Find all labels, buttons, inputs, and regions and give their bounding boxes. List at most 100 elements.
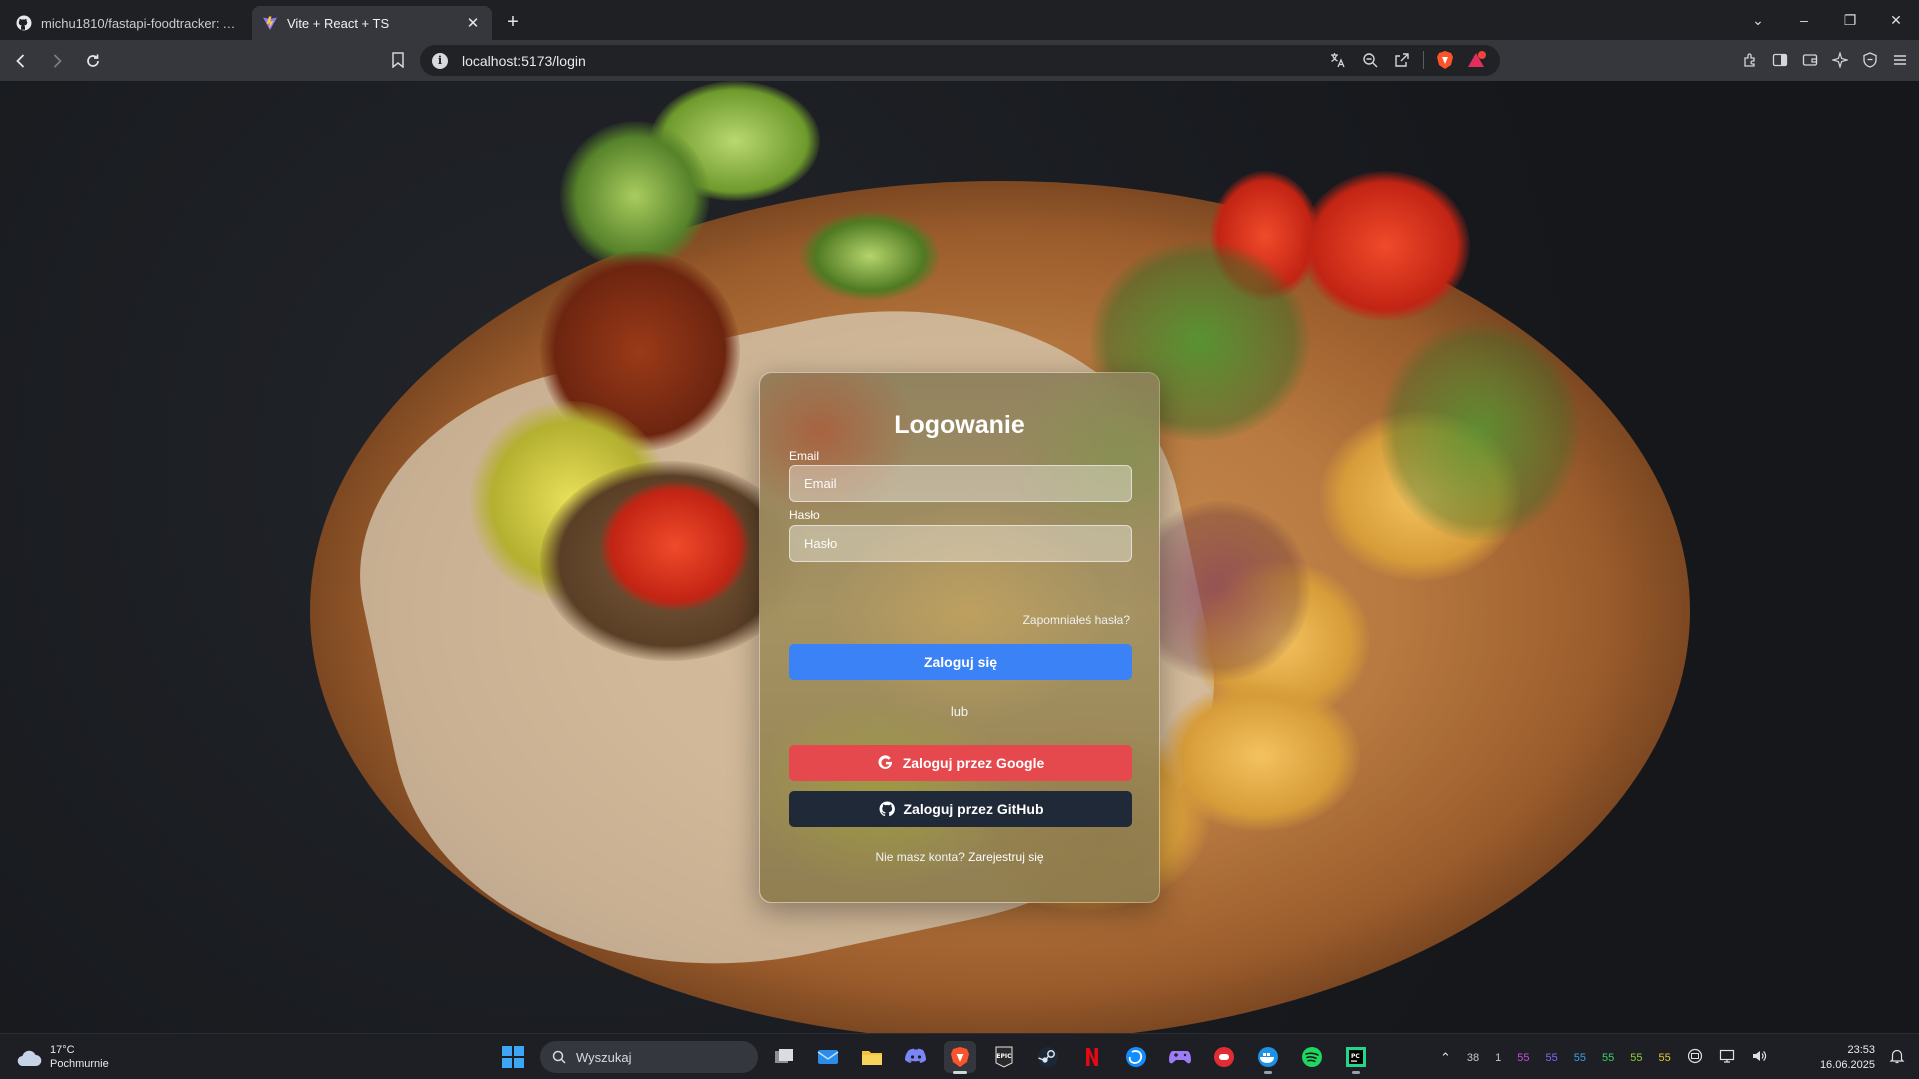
cloud-icon	[16, 1049, 42, 1067]
signup-prompt: Nie masz konta? Zarejestruj się	[760, 850, 1159, 864]
translate-icon[interactable]	[1327, 49, 1349, 71]
weather-widget[interactable]: 17°C Pochmurnie	[16, 1043, 109, 1071]
taskbar-search[interactable]: Wyszukaj	[540, 1041, 758, 1073]
login-button[interactable]: Zaloguj się	[789, 644, 1132, 680]
minimize-button[interactable]: –	[1781, 12, 1827, 28]
network-icon[interactable]	[1719, 1048, 1735, 1067]
tray-counter-7[interactable]: 55	[1630, 1052, 1642, 1064]
weather-description: Pochmurnie	[50, 1058, 109, 1070]
taskbar-apps: EPIC PC	[768, 1041, 1372, 1074]
extensions-icon[interactable]	[1739, 49, 1761, 71]
notification-bell-icon[interactable]	[1889, 1048, 1905, 1064]
bookmark-icon	[392, 52, 404, 68]
reload-icon	[87, 54, 99, 67]
pycharm-icon[interactable]: PC	[1340, 1041, 1372, 1074]
taskbar-clock[interactable]: 23:53 16.06.2025	[1820, 1043, 1875, 1073]
vpn-shield-icon[interactable]	[1859, 49, 1881, 71]
menu-icon[interactable]	[1889, 49, 1911, 71]
google-login-label: Zaloguj przez Google	[902, 755, 1045, 771]
or-divider-text: lub	[950, 704, 969, 719]
zoom-out-icon[interactable]	[1359, 49, 1381, 71]
svg-text:PC: PC	[1351, 1053, 1360, 1060]
sidebar-icon[interactable]	[1769, 49, 1791, 71]
task-view-icon[interactable]	[768, 1041, 800, 1073]
close-tab-icon[interactable]: ✕	[464, 14, 482, 32]
system-tray: ⌃ 38 1 55 55 55 55 55 55	[1440, 1048, 1767, 1067]
reload-button[interactable]	[78, 46, 108, 76]
toolbar-divider	[1423, 51, 1424, 69]
docker-icon[interactable]	[1252, 1041, 1284, 1074]
share-icon[interactable]	[1391, 49, 1413, 71]
back-arrow-icon	[16, 53, 25, 68]
discord-icon[interactable]	[900, 1041, 932, 1073]
restore-button[interactable]: ❐	[1827, 12, 1873, 29]
tray-overflow-chevron-icon[interactable]: ⌃	[1440, 1050, 1451, 1066]
password-label: Hasło	[789, 508, 820, 522]
tab-title: Vite + React + TS	[287, 15, 390, 31]
clock-time: 23:53	[1847, 1044, 1875, 1056]
email-label: Email	[789, 449, 820, 463]
leo-ai-icon[interactable]	[1829, 49, 1851, 71]
tray-counter-5[interactable]: 55	[1574, 1052, 1586, 1064]
browser-tab-bar: michu1810/fastapi-foodtracker: An a Vite…	[0, 0, 1919, 40]
forward-button[interactable]	[42, 46, 72, 76]
new-tab-button[interactable]: +	[498, 7, 528, 37]
tray-counter-8[interactable]: 55	[1659, 1052, 1671, 1064]
close-window-button[interactable]: ✕	[1873, 12, 1919, 29]
mail-icon[interactable]	[812, 1041, 844, 1073]
language-icon[interactable]	[1687, 1048, 1703, 1067]
google-icon	[877, 754, 895, 772]
tray-counter-4[interactable]: 55	[1546, 1052, 1558, 1064]
windows-taskbar: 17°C Pochmurnie Wyszukaj EPIC PC ⌃ 38 1 …	[0, 1033, 1919, 1079]
github-icon	[16, 15, 32, 31]
weather-temperature: 17°C	[50, 1044, 75, 1056]
github-login-label: Zaloguj przez GitHub	[903, 801, 1044, 817]
game-controller-icon[interactable]	[1164, 1041, 1196, 1073]
signup-link[interactable]: Zarejestruj się	[968, 850, 1043, 864]
taskbar-search-placeholder: Wyszukaj	[576, 1049, 632, 1065]
login-button-label: Zaloguj się	[923, 654, 998, 670]
email-input[interactable]	[789, 465, 1132, 502]
search-icon	[552, 1050, 566, 1064]
bookmark-button[interactable]	[384, 46, 412, 74]
battle-net-icon[interactable]	[1120, 1041, 1152, 1073]
github-login-button[interactable]: Zaloguj przez GitHub	[789, 791, 1132, 827]
tray-counter-2[interactable]: 1	[1495, 1052, 1501, 1064]
tab-title: michu1810/fastapi-foodtracker: An a	[41, 15, 236, 31]
brave-rewards-icon[interactable]	[1466, 49, 1488, 71]
tray-counter-1[interactable]: 38	[1467, 1052, 1479, 1064]
tab-search-dropdown-icon[interactable]: ⌄	[1735, 12, 1781, 29]
spotify-icon[interactable]	[1296, 1041, 1328, 1073]
tray-counter-3[interactable]: 55	[1517, 1052, 1529, 1064]
volume-icon[interactable]	[1751, 1048, 1767, 1067]
forward-arrow-icon	[53, 53, 62, 68]
steam-icon[interactable]	[1032, 1041, 1064, 1073]
login-title: Logowanie	[894, 411, 1025, 439]
file-explorer-icon[interactable]	[856, 1041, 888, 1073]
url-text: localhost:5173/login	[462, 52, 586, 69]
page-viewport: Logowanie Email Hasło Zapomniałeś hasła?…	[0, 81, 1919, 1033]
netflix-icon[interactable]	[1076, 1041, 1108, 1073]
forgot-password-link[interactable]: Zapomniałeś hasła?	[1023, 613, 1130, 627]
login-card: Logowanie Email Hasło Zapomniałeś hasła?…	[759, 372, 1160, 903]
brave-browser-icon[interactable]	[944, 1041, 976, 1074]
tab-github[interactable]: michu1810/fastapi-foodtracker: An a	[6, 6, 246, 40]
vite-icon	[262, 15, 278, 31]
window-controls: ⌄ – ❐ ✕	[1735, 0, 1919, 40]
browser-toolbar: i localhost:5173/login	[0, 40, 1919, 81]
tray-counter-6[interactable]: 55	[1602, 1052, 1614, 1064]
windows-start-icon[interactable]	[502, 1046, 524, 1068]
address-bar[interactable]: i localhost:5173/login	[420, 45, 1500, 76]
password-input[interactable]	[789, 525, 1132, 562]
site-info-icon[interactable]: i	[432, 52, 448, 69]
signup-prompt-text: Nie masz konta?	[875, 850, 965, 864]
wallet-icon[interactable]	[1799, 49, 1821, 71]
google-login-button[interactable]: Zaloguj przez Google	[789, 745, 1132, 781]
svg-text:EPIC: EPIC	[996, 1053, 1012, 1060]
brave-shields-icon[interactable]	[1434, 49, 1456, 71]
clock-date: 16.06.2025	[1819, 1059, 1875, 1071]
epic-games-icon[interactable]: EPIC	[988, 1041, 1020, 1073]
red-app-icon[interactable]	[1208, 1041, 1240, 1073]
tab-vite[interactable]: Vite + React + TS ✕	[252, 6, 492, 40]
back-button[interactable]	[6, 46, 36, 76]
